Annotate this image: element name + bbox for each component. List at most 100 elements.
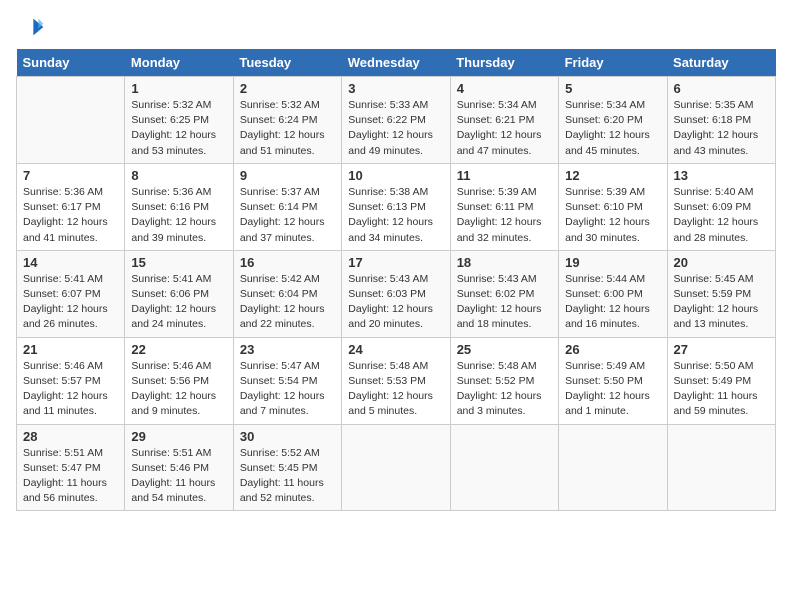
day-number: 3 xyxy=(348,81,443,96)
day-number: 18 xyxy=(457,255,552,270)
calendar-cell: 9Sunrise: 5:37 AMSunset: 6:14 PMDaylight… xyxy=(233,163,341,250)
calendar-cell: 1 Sunrise: 5:32 AMSunset: 6:25 PMDaylight… xyxy=(125,77,233,164)
calendar-cell: 24 Sunrise: 5:48 AMSunset: 5:53 PMDayligh… xyxy=(342,337,450,424)
day-number: 9 xyxy=(240,168,335,183)
day-number: 24 xyxy=(348,342,443,357)
calendar-cell: 29 Sunrise: 5:51 AMSunset: 5:46 PMDayligh… xyxy=(125,424,233,511)
day-info: Sunrise: 5:52 AMSunset: 5:45 PMDaylight:… xyxy=(240,446,335,507)
calendar-cell: 27 Sunrise: 5:50 AMSunset: 5:49 PMDayligh… xyxy=(667,337,775,424)
day-number: 29 xyxy=(131,429,226,444)
general-blue-logo-icon xyxy=(16,17,44,37)
calendar-cell xyxy=(559,424,667,511)
calendar-cell: 17 Sunrise: 5:43 AMSunset: 6:03 PMDayligh… xyxy=(342,250,450,337)
day-number: 10 xyxy=(348,168,443,183)
page-header xyxy=(16,16,776,37)
weekday-header-saturday: Saturday xyxy=(667,49,775,77)
calendar-cell: 2 Sunrise: 5:32 AMSunset: 6:24 PMDaylight… xyxy=(233,77,341,164)
calendar-cell: 22 Sunrise: 5:46 AMSunset: 5:56 PMDayligh… xyxy=(125,337,233,424)
calendar-cell: 25 Sunrise: 5:48 AMSunset: 5:52 PMDayligh… xyxy=(450,337,558,424)
day-info: Sunrise: 5:39 AMSunset: 6:11 PMDaylight:… xyxy=(457,185,552,246)
calendar-cell: 30 Sunrise: 5:52 AMSunset: 5:45 PMDayligh… xyxy=(233,424,341,511)
day-info: Sunrise: 5:44 AMSunset: 6:00 PMDaylight:… xyxy=(565,272,660,333)
calendar-week-4: 21Sunrise: 5:46 AMSunset: 5:57 PMDayligh… xyxy=(17,337,776,424)
calendar-cell: 3 Sunrise: 5:33 AMSunset: 6:22 PMDaylight… xyxy=(342,77,450,164)
day-info: Sunrise: 5:43 AMSunset: 6:02 PMDaylight:… xyxy=(457,272,552,333)
day-number: 17 xyxy=(348,255,443,270)
day-info: Sunrise: 5:32 AMSunset: 6:24 PMDaylight:… xyxy=(240,98,335,159)
day-info: Sunrise: 5:43 AMSunset: 6:03 PMDaylight:… xyxy=(348,272,443,333)
calendar-cell: 8Sunrise: 5:36 AMSunset: 6:16 PMDaylight… xyxy=(125,163,233,250)
calendar-cell: 7Sunrise: 5:36 AMSunset: 6:17 PMDaylight… xyxy=(17,163,125,250)
day-number: 13 xyxy=(674,168,769,183)
day-number: 25 xyxy=(457,342,552,357)
day-info: Sunrise: 5:33 AMSunset: 6:22 PMDaylight:… xyxy=(348,98,443,159)
weekday-header-thursday: Thursday xyxy=(450,49,558,77)
calendar-cell: 4Sunrise: 5:34 AMSunset: 6:21 PMDaylight… xyxy=(450,77,558,164)
calendar-cell: 23 Sunrise: 5:47 AMSunset: 5:54 PMDayligh… xyxy=(233,337,341,424)
day-number: 1 xyxy=(131,81,226,96)
day-info: Sunrise: 5:38 AMSunset: 6:13 PMDaylight:… xyxy=(348,185,443,246)
day-number: 8 xyxy=(131,168,226,183)
calendar-cell: 5 Sunrise: 5:34 AMSunset: 6:20 PMDaylight… xyxy=(559,77,667,164)
weekday-header-sunday: Sunday xyxy=(17,49,125,77)
day-number: 27 xyxy=(674,342,769,357)
day-number: 22 xyxy=(131,342,226,357)
day-info: Sunrise: 5:41 AMSunset: 6:07 PMDaylight:… xyxy=(23,272,118,333)
day-number: 2 xyxy=(240,81,335,96)
day-number: 16 xyxy=(240,255,335,270)
calendar-cell: 15 Sunrise: 5:41 AMSunset: 6:06 PMDayligh… xyxy=(125,250,233,337)
day-info: Sunrise: 5:46 AMSunset: 5:56 PMDaylight:… xyxy=(131,359,226,420)
day-info: Sunrise: 5:35 AMSunset: 6:18 PMDaylight:… xyxy=(674,98,769,159)
day-number: 15 xyxy=(131,255,226,270)
weekday-header-tuesday: Tuesday xyxy=(233,49,341,77)
day-info: Sunrise: 5:49 AMSunset: 5:50 PMDaylight:… xyxy=(565,359,660,420)
calendar-week-5: 28 Sunrise: 5:51 AMSunset: 5:47 PMDayligh… xyxy=(17,424,776,511)
calendar-cell: 20Sunrise: 5:45 AMSunset: 5:59 PMDayligh… xyxy=(667,250,775,337)
day-number: 4 xyxy=(457,81,552,96)
calendar-week-2: 7Sunrise: 5:36 AMSunset: 6:17 PMDaylight… xyxy=(17,163,776,250)
calendar-table: SundayMondayTuesdayWednesdayThursdayFrid… xyxy=(16,49,776,511)
day-number: 6 xyxy=(674,81,769,96)
day-info: Sunrise: 5:51 AMSunset: 5:47 PMDaylight:… xyxy=(23,446,118,507)
calendar-cell: 26 Sunrise: 5:49 AMSunset: 5:50 PMDayligh… xyxy=(559,337,667,424)
calendar-cell xyxy=(450,424,558,511)
day-info: Sunrise: 5:51 AMSunset: 5:46 PMDaylight:… xyxy=(131,446,226,507)
day-number: 5 xyxy=(565,81,660,96)
calendar-cell: 18 Sunrise: 5:43 AMSunset: 6:02 PMDayligh… xyxy=(450,250,558,337)
day-info: Sunrise: 5:46 AMSunset: 5:57 PMDaylight:… xyxy=(23,359,118,420)
calendar-week-1: 1 Sunrise: 5:32 AMSunset: 6:25 PMDaylight… xyxy=(17,77,776,164)
calendar-cell: 16 Sunrise: 5:42 AMSunset: 6:04 PMDayligh… xyxy=(233,250,341,337)
day-number: 23 xyxy=(240,342,335,357)
day-number: 30 xyxy=(240,429,335,444)
day-number: 19 xyxy=(565,255,660,270)
day-info: Sunrise: 5:50 AMSunset: 5:49 PMDaylight:… xyxy=(674,359,769,420)
day-info: Sunrise: 5:36 AMSunset: 6:17 PMDaylight:… xyxy=(23,185,118,246)
day-number: 28 xyxy=(23,429,118,444)
day-number: 20 xyxy=(674,255,769,270)
day-number: 26 xyxy=(565,342,660,357)
calendar-cell: 13Sunrise: 5:40 AMSunset: 6:09 PMDayligh… xyxy=(667,163,775,250)
calendar-cell: 12Sunrise: 5:39 AMSunset: 6:10 PMDayligh… xyxy=(559,163,667,250)
weekday-header-row: SundayMondayTuesdayWednesdayThursdayFrid… xyxy=(17,49,776,77)
calendar-cell xyxy=(342,424,450,511)
day-info: Sunrise: 5:34 AMSunset: 6:20 PMDaylight:… xyxy=(565,98,660,159)
day-info: Sunrise: 5:47 AMSunset: 5:54 PMDaylight:… xyxy=(240,359,335,420)
calendar-cell: 14Sunrise: 5:41 AMSunset: 6:07 PMDayligh… xyxy=(17,250,125,337)
calendar-cell: 10 Sunrise: 5:38 AMSunset: 6:13 PMDayligh… xyxy=(342,163,450,250)
day-info: Sunrise: 5:39 AMSunset: 6:10 PMDaylight:… xyxy=(565,185,660,246)
weekday-header-wednesday: Wednesday xyxy=(342,49,450,77)
calendar-cell: 19 Sunrise: 5:44 AMSunset: 6:00 PMDayligh… xyxy=(559,250,667,337)
day-number: 11 xyxy=(457,168,552,183)
weekday-header-monday: Monday xyxy=(125,49,233,77)
calendar-cell: 11 Sunrise: 5:39 AMSunset: 6:11 PMDayligh… xyxy=(450,163,558,250)
day-info: Sunrise: 5:48 AMSunset: 5:53 PMDaylight:… xyxy=(348,359,443,420)
calendar-cell xyxy=(667,424,775,511)
logo xyxy=(16,16,48,37)
weekday-header-friday: Friday xyxy=(559,49,667,77)
calendar-week-3: 14Sunrise: 5:41 AMSunset: 6:07 PMDayligh… xyxy=(17,250,776,337)
calendar-cell: 21Sunrise: 5:46 AMSunset: 5:57 PMDayligh… xyxy=(17,337,125,424)
day-info: Sunrise: 5:41 AMSunset: 6:06 PMDaylight:… xyxy=(131,272,226,333)
day-info: Sunrise: 5:32 AMSunset: 6:25 PMDaylight:… xyxy=(131,98,226,159)
day-info: Sunrise: 5:48 AMSunset: 5:52 PMDaylight:… xyxy=(457,359,552,420)
day-info: Sunrise: 5:42 AMSunset: 6:04 PMDaylight:… xyxy=(240,272,335,333)
